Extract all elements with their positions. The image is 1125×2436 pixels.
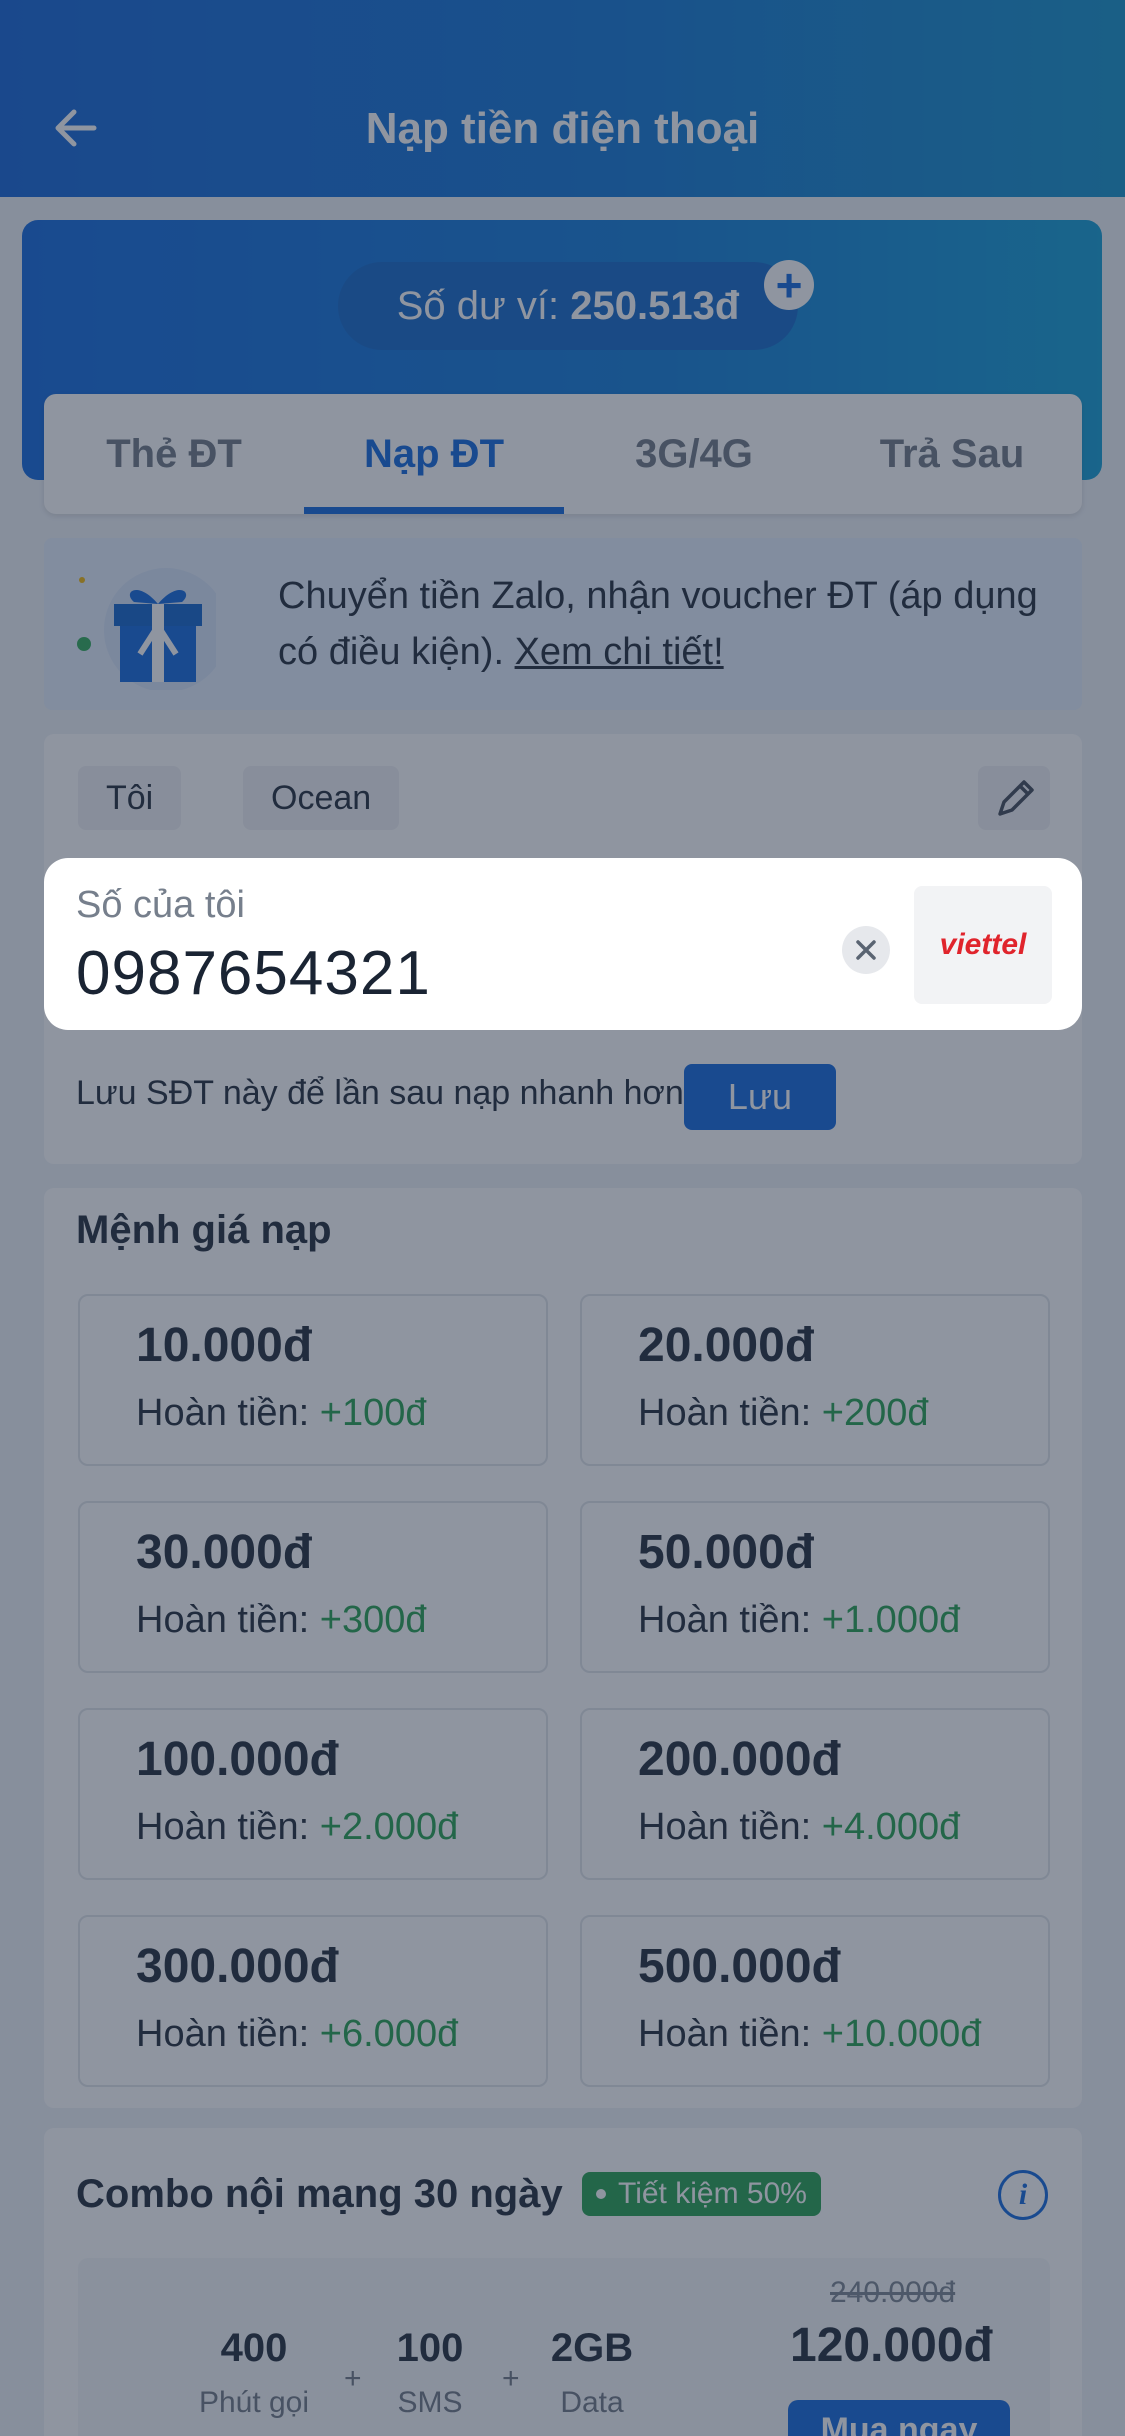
wallet-balance: Số dư ví: 250.513đ <box>338 262 798 350</box>
tab-tra-sau[interactable]: Trả Sau <box>822 394 1082 514</box>
cashback-value: +4.000đ <box>821 1806 961 1848</box>
denomination-amount: 20.000đ <box>638 1319 815 1372</box>
combo-data-label: Data <box>560 2386 624 2419</box>
denomination-cashback: Hoàn tiền: +6.000đ <box>136 2013 458 2056</box>
denomination-cashback: Hoàn tiền: +10.000đ <box>638 2013 981 2056</box>
combo-sms-label: SMS <box>397 2386 463 2419</box>
carrier-logo: viettel <box>914 886 1052 1004</box>
info-icon[interactable]: i <box>998 2170 1048 2220</box>
tab-the-dt[interactable]: Thẻ ĐT <box>44 394 304 514</box>
cashback-label: Hoàn tiền: <box>638 2013 822 2055</box>
buy-now-button[interactable]: Mua ngay <box>788 2400 1010 2436</box>
add-money-button[interactable]: + <box>764 260 814 310</box>
tab-bar: Thẻ ĐT Nạp ĐT 3G/4G Trả Sau <box>44 394 1082 514</box>
denomination-title: Mệnh giá nạp <box>76 1208 332 1252</box>
denomination-cashback: Hoàn tiền: +300đ <box>136 1599 427 1642</box>
wallet-balance-label: Số dư ví: <box>396 284 571 328</box>
gift-icon <box>77 568 216 690</box>
cashback-value: +6.000đ <box>319 2013 459 2055</box>
cashback-value: +10.000đ <box>821 2013 982 2055</box>
denomination-option[interactable]: 50.000đ Hoàn tiền: +1.000đ <box>580 1501 1050 1673</box>
phone-input[interactable]: 0987654321 <box>76 938 431 1009</box>
denomination-option[interactable]: 100.000đ Hoàn tiền: +2.000đ <box>78 1708 548 1880</box>
cashback-label: Hoàn tiền: <box>136 1806 320 1848</box>
cashback-label: Hoàn tiền: <box>638 1806 822 1848</box>
tab-3g4g[interactable]: 3G/4G <box>564 394 824 514</box>
combo-price: 120.000đ <box>790 2319 993 2372</box>
denomination-option[interactable]: 300.000đ Hoàn tiền: +6.000đ <box>78 1915 548 2087</box>
contact-chip-toi[interactable]: Tôi <box>78 766 182 830</box>
denomination-amount: 300.000đ <box>136 1940 339 1993</box>
combo-title: Combo nội mạng 30 ngày <box>76 2172 563 2216</box>
denomination-amount: 50.000đ <box>638 1526 815 1579</box>
contact-chip-ocean[interactable]: Ocean <box>243 766 400 830</box>
clear-input-button[interactable] <box>842 926 890 974</box>
denomination-cashback: Hoàn tiền: +1.000đ <box>638 1599 960 1642</box>
cashback-value: +2.000đ <box>319 1806 459 1848</box>
save-number-button[interactable]: Lưu <box>684 1064 836 1130</box>
combo-sms-value: 100 <box>396 2326 464 2370</box>
denomination-amount: 100.000đ <box>136 1733 339 1786</box>
cashback-label: Hoàn tiền: <box>638 1392 822 1434</box>
cashback-label: Hoàn tiền: <box>638 1599 822 1641</box>
save-number-hint: Lưu SĐT này để lần sau nạp nhanh hơn <box>76 1074 684 1112</box>
saving-badge: Tiết kiệm 50% <box>582 2172 821 2216</box>
cashback-value: +100đ <box>319 1392 427 1434</box>
cashback-label: Hoàn tiền: <box>136 2013 320 2055</box>
denomination-cashback: Hoàn tiền: +4.000đ <box>638 1806 960 1849</box>
promo-text: Chuyển tiền Zalo, nhận voucher ĐT (áp dụ… <box>278 568 1058 680</box>
denomination-option[interactable]: 20.000đ Hoàn tiền: +200đ <box>580 1294 1050 1466</box>
cashback-value: +200đ <box>821 1392 929 1434</box>
phone-input-label: Số của tôi <box>76 884 245 926</box>
edit-contacts-button[interactable] <box>978 766 1050 830</box>
pencil-icon <box>998 780 1034 816</box>
denomination-amount: 10.000đ <box>136 1319 313 1372</box>
combo-minutes-label: Phút gọi <box>198 2386 310 2419</box>
denomination-option[interactable]: 30.000đ Hoàn tiền: +300đ <box>78 1501 548 1673</box>
close-icon <box>856 940 876 960</box>
promo-details-link[interactable]: Xem chi tiết! <box>515 631 724 673</box>
denomination-option[interactable]: 500.000đ Hoàn tiền: +10.000đ <box>580 1915 1050 2087</box>
combo-old-price: 240.000đ <box>830 2276 956 2309</box>
page-title: Nạp tiền điện thoại <box>365 104 760 153</box>
denomination-cashback: Hoàn tiền: +2.000đ <box>136 1806 458 1849</box>
tab-nap-dt[interactable]: Nạp ĐT <box>304 394 564 514</box>
combo-data-value: 2GB <box>550 2326 634 2370</box>
app-header: Nạp tiền điện thoại <box>0 0 1125 197</box>
denomination-cashback: Hoàn tiền: +200đ <box>638 1392 929 1435</box>
denomination-amount: 500.000đ <box>638 1940 841 1993</box>
combo-minutes-value: 400 <box>220 2326 288 2370</box>
denomination-option[interactable]: 200.000đ Hoàn tiền: +4.000đ <box>580 1708 1050 1880</box>
denomination-amount: 200.000đ <box>638 1733 841 1786</box>
denomination-amount: 30.000đ <box>136 1526 313 1579</box>
cashback-label: Hoàn tiền: <box>136 1599 320 1641</box>
wallet-balance-value: 250.513đ <box>570 284 740 328</box>
denomination-option[interactable]: 10.000đ Hoàn tiền: +100đ <box>78 1294 548 1466</box>
cashback-value: +300đ <box>319 1599 427 1641</box>
denomination-cashback: Hoàn tiền: +100đ <box>136 1392 427 1435</box>
cashback-value: +1.000đ <box>821 1599 961 1641</box>
cashback-label: Hoàn tiền: <box>136 1392 320 1434</box>
